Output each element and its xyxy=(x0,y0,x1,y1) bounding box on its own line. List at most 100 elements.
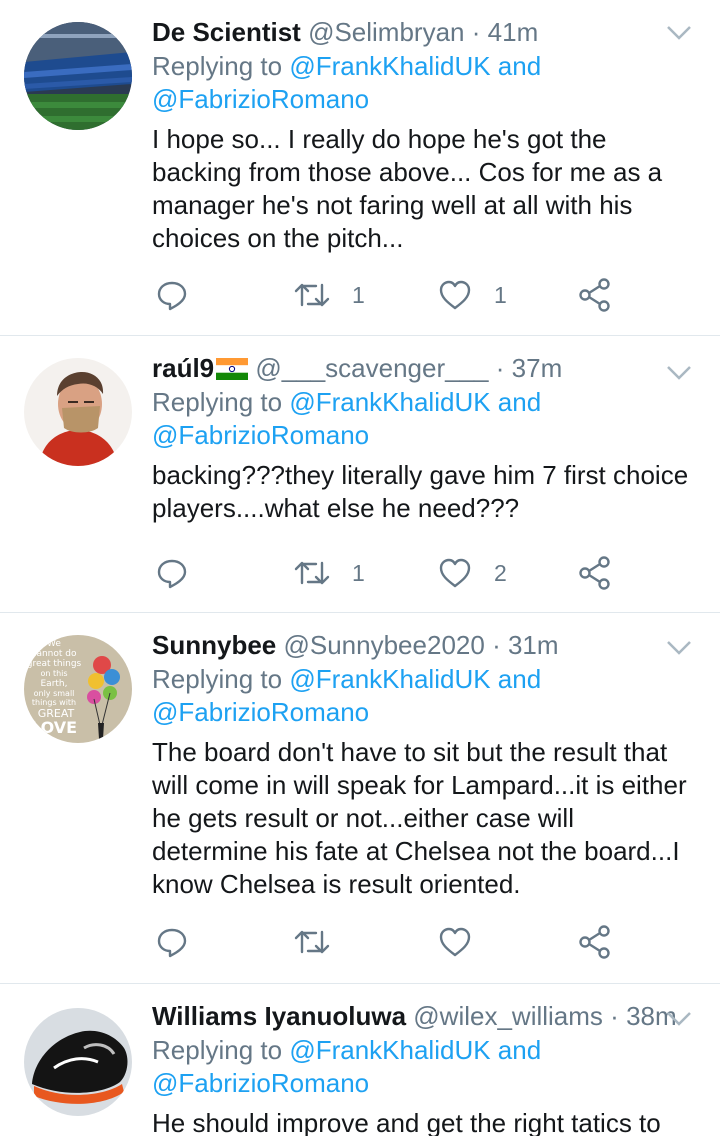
separator-dot: · xyxy=(495,353,505,383)
chevron-down-icon[interactable] xyxy=(666,25,692,41)
avatar-text: only small xyxy=(34,689,75,698)
tweet-text: backing???they literally gave him 7 firs… xyxy=(152,460,689,523)
tweet[interactable]: raúl9 @___scavenger___ · 37m Replying to… xyxy=(0,336,720,613)
retweet-icon xyxy=(294,561,330,585)
mention-link[interactable]: @FrankKhalidUK xyxy=(289,387,490,417)
chevron-down-icon[interactable] xyxy=(666,1011,692,1027)
tweet[interactable]: We cannot do great things on this Earth,… xyxy=(0,613,720,984)
tweet-text: The board don't have to sit but the resu… xyxy=(152,737,687,899)
avatar-text: great things xyxy=(27,659,82,669)
replying-to-and[interactable]: and xyxy=(498,51,541,81)
avatar-text: LOVE xyxy=(31,718,77,737)
reply-icon xyxy=(157,559,187,589)
reply-button[interactable] xyxy=(156,275,188,315)
india-flag-icon xyxy=(216,358,249,380)
timestamp[interactable]: 41m xyxy=(488,17,539,47)
retweet-icon xyxy=(294,283,330,307)
retweet-button[interactable]: 1 xyxy=(294,275,365,315)
chevron-down-icon[interactable] xyxy=(666,365,692,381)
avatar[interactable] xyxy=(24,22,132,130)
display-name[interactable]: De Scientist xyxy=(152,17,301,47)
mention-link[interactable]: @FrankKhalidUK xyxy=(289,51,490,81)
tweet-header: Sunnybee @Sunnybee2020 · 31m xyxy=(152,628,690,662)
mention-link[interactable]: @FabrizioRomano xyxy=(152,697,369,727)
avatar-text: We xyxy=(47,639,61,649)
like-count: 2 xyxy=(494,559,507,586)
share-button[interactable] xyxy=(578,922,612,962)
tweet[interactable]: De Scientist @Selimbryan · 41m Replying … xyxy=(0,0,720,336)
username[interactable]: @wilex_williams xyxy=(413,1001,603,1031)
like-count: 1 xyxy=(494,281,507,308)
separator-dot: · xyxy=(492,630,501,660)
tweet-text: He should improve and get the right tati… xyxy=(152,1108,661,1136)
replying-to-label: Replying to xyxy=(152,51,283,81)
display-name[interactable]: raúl9 xyxy=(152,353,214,383)
replying-to-and[interactable]: and xyxy=(498,1035,541,1065)
retweet-count: 1 xyxy=(352,559,365,586)
quote-poster-avatar-icon: We cannot do great things on this Earth,… xyxy=(24,635,132,743)
share-button[interactable] xyxy=(578,553,612,593)
mention-link[interactable]: @FabrizioRomano xyxy=(152,420,369,450)
avatar-text: cannot do xyxy=(32,649,77,659)
like-button[interactable]: 2 xyxy=(438,553,507,593)
heart-icon xyxy=(439,558,471,588)
mention-link[interactable]: @FabrizioRomano xyxy=(152,1068,369,1098)
like-button[interactable] xyxy=(438,922,472,962)
avatar[interactable]: We cannot do great things on this Earth,… xyxy=(24,635,132,743)
retweet-count: 1 xyxy=(352,281,365,308)
tweet-actions xyxy=(156,922,626,962)
tweet-header: Williams Iyanuoluwa @wilex_williams · 38… xyxy=(152,999,690,1033)
share-button[interactable] xyxy=(578,275,612,315)
like-button[interactable]: 1 xyxy=(438,275,507,315)
display-name[interactable]: Sunnybee xyxy=(152,630,276,660)
separator-dot: · xyxy=(610,1001,619,1031)
person-mask-avatar-icon xyxy=(24,358,132,466)
share-icon xyxy=(579,556,610,590)
share-icon xyxy=(579,925,610,959)
tweet[interactable]: Williams Iyanuoluwa @wilex_williams · 38… xyxy=(0,984,720,1136)
avatar-text: things with xyxy=(32,698,76,707)
mention-link[interactable]: @FrankKhalidUK xyxy=(289,1035,490,1065)
separator-dot: · xyxy=(471,17,481,47)
sneaker-avatar-icon xyxy=(24,1008,132,1116)
retweet-icon xyxy=(294,930,330,954)
timestamp[interactable]: 31m xyxy=(508,630,559,660)
tweet-header: De Scientist @Selimbryan · 41m xyxy=(152,15,690,49)
replying-to-label: Replying to xyxy=(152,664,283,694)
avatar-text: on this xyxy=(40,669,67,678)
username[interactable]: @Sunnybee2020 xyxy=(283,630,484,660)
username[interactable]: @Selimbryan xyxy=(308,17,464,47)
tweet-feed: De Scientist @Selimbryan · 41m Replying … xyxy=(0,0,720,1136)
timestamp[interactable]: 37m xyxy=(512,353,563,383)
tweet-header: raúl9 @___scavenger___ · 37m xyxy=(152,351,690,385)
tweet-actions: 1 1 xyxy=(156,275,626,315)
replying-to: Replying to @FrankKhalidUK and @Fabrizio… xyxy=(152,386,690,452)
replying-to-and[interactable]: and xyxy=(498,664,541,694)
heart-icon xyxy=(439,280,471,310)
replying-to: Replying to @FrankKhalidUK and @Fabrizio… xyxy=(152,663,690,729)
avatar-text: Earth, xyxy=(41,679,68,689)
reply-button[interactable] xyxy=(156,553,188,593)
mention-link[interactable]: @FabrizioRomano xyxy=(152,84,369,114)
stadium-avatar-icon xyxy=(24,22,132,130)
replying-to: Replying to @FrankKhalidUK and @Fabrizio… xyxy=(152,1034,690,1100)
reply-icon xyxy=(157,281,187,311)
retweet-button[interactable]: 1 xyxy=(294,553,365,593)
tweet-text: I hope so... I really do hope he's got t… xyxy=(152,124,663,253)
replying-to: Replying to @FrankKhalidUK and @Fabrizio… xyxy=(152,50,690,116)
replying-to-and[interactable]: and xyxy=(498,387,541,417)
reply-icon xyxy=(157,928,187,958)
display-name[interactable]: Williams Iyanuoluwa xyxy=(152,1001,406,1031)
retweet-button[interactable] xyxy=(294,922,330,962)
share-icon xyxy=(579,278,610,312)
replying-to-label: Replying to xyxy=(152,1035,283,1065)
tweet-actions: 1 2 xyxy=(156,553,626,593)
reply-button[interactable] xyxy=(156,922,188,962)
heart-icon xyxy=(439,927,471,957)
username[interactable]: @___scavenger___ xyxy=(255,353,488,383)
avatar[interactable] xyxy=(24,358,132,466)
chevron-down-icon[interactable] xyxy=(666,640,692,656)
replying-to-label: Replying to xyxy=(152,387,283,417)
mention-link[interactable]: @FrankKhalidUK xyxy=(289,664,490,694)
avatar[interactable] xyxy=(24,1008,132,1116)
